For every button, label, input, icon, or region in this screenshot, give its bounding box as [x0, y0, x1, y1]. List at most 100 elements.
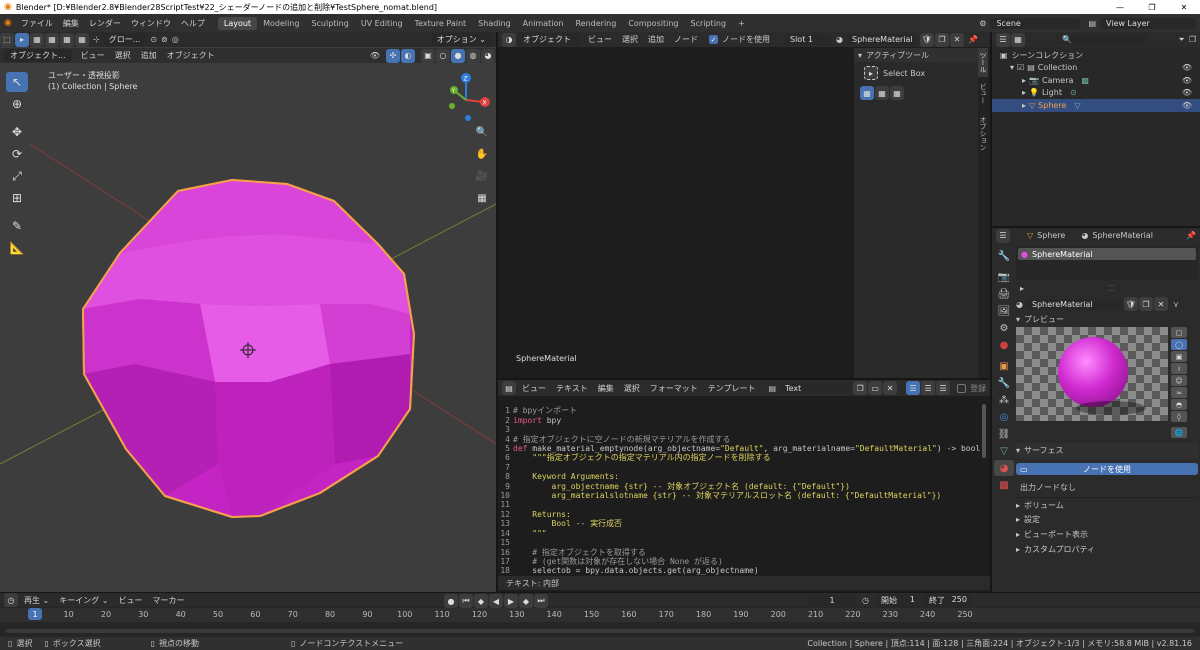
- shading-solid-icon[interactable]: ●: [451, 48, 465, 63]
- gizmo-toggle-icon[interactable]: ✣: [386, 48, 400, 63]
- outliner[interactable]: ☰ ▦ 🔍 ⏷ ❐ ▣ シーンコレクション ▾ ☑ ▤ Collection 👁…: [992, 32, 1200, 226]
- visibility-icon[interactable]: 👁: [370, 51, 380, 60]
- timeline[interactable]: ◷ 再生 ⌄ キーイング ⌄ ビュー マーカー ● ⏮ ◆ ◀ ▶ ◆ ⏭ 1 …: [0, 593, 1200, 637]
- text-menu-edit[interactable]: 編集: [593, 383, 619, 394]
- display-mode-icon[interactable]: ▦: [1011, 32, 1025, 47]
- timeline-type-icon[interactable]: ◷: [4, 593, 18, 607]
- preview-sky-icon[interactable]: ◓: [1171, 399, 1187, 410]
- menu-edit[interactable]: 編集: [58, 18, 84, 29]
- cursor-tool-icon[interactable]: ⊕: [6, 94, 28, 114]
- viewport-menu-add[interactable]: 追加: [136, 50, 162, 61]
- eye-icon[interactable]: 👁: [1182, 76, 1192, 85]
- tab-compositing[interactable]: Compositing: [622, 17, 684, 30]
- area-separator[interactable]: [496, 32, 498, 592]
- options-dropdown[interactable]: オプション ⌄: [430, 33, 492, 46]
- volume-panel-header[interactable]: ▸ ボリューム: [1016, 497, 1198, 512]
- world-tab-icon[interactable]: ●: [994, 337, 1014, 353]
- add-workspace-button[interactable]: +: [732, 17, 751, 30]
- view-layer-tab-icon[interactable]: 🖼: [994, 303, 1014, 319]
- outliner-root[interactable]: ▣ シーンコレクション: [992, 49, 1200, 62]
- outliner-type-icon[interactable]: ☰: [996, 32, 1010, 47]
- active-tool-panel-header[interactable]: ▾ アクティブツール: [854, 48, 978, 62]
- current-frame-field[interactable]: 1: [808, 595, 856, 606]
- tab-layout[interactable]: Layout: [217, 16, 258, 30]
- text-menu-format[interactable]: フォーマット: [645, 383, 703, 394]
- scene-tab-icon[interactable]: ⚙: [994, 320, 1014, 336]
- expand-arrow-icon[interactable]: ▸: [1022, 76, 1026, 85]
- texture-tab-icon[interactable]: ▩: [994, 477, 1014, 493]
- viewport-3d[interactable]: ⬚ ▸ ▦ ▦ ▦ ▦ ⊹ グロー... ⊙ ⊚ ◎ オプション ⌄ オブジェクト..…: [0, 32, 496, 592]
- line-numbers-toggle-icon[interactable]: ☰: [906, 381, 921, 395]
- expand-arrow-icon[interactable]: ▾: [1010, 63, 1014, 72]
- node-editor-type-icon[interactable]: ◑: [502, 32, 516, 47]
- scale-tool-icon[interactable]: ⤢: [6, 166, 28, 186]
- menu-help[interactable]: ヘルプ: [176, 18, 210, 29]
- tab-texture-paint[interactable]: Texture Paint: [409, 17, 473, 30]
- eye-icon[interactable]: 👁: [1182, 88, 1192, 97]
- outliner-item-collection[interactable]: ▾ ☑ ▤ Collection 👁: [992, 62, 1200, 75]
- material-tab-icon[interactable]: ◕: [994, 460, 1014, 476]
- select-tool-icon[interactable]: ▸: [15, 32, 29, 47]
- node-mode-dropdown[interactable]: オブジェクト: [517, 33, 579, 46]
- custom-properties-panel-header[interactable]: ▸ カスタムプロパティ: [1016, 542, 1198, 557]
- preview-panel-header[interactable]: ▾ プレビュー: [1016, 312, 1198, 327]
- jump-start-icon[interactable]: ⏮: [459, 594, 473, 608]
- maximize-button[interactable]: ❐: [1136, 3, 1168, 12]
- xray-icon[interactable]: ▣: [421, 48, 435, 63]
- record-icon[interactable]: ●: [444, 594, 458, 608]
- tab-animation[interactable]: Animation: [517, 17, 570, 30]
- particles-tab-icon[interactable]: ⁂: [994, 392, 1014, 408]
- code-scrollbar[interactable]: [982, 404, 986, 458]
- word-wrap-toggle-icon[interactable]: ☰: [921, 381, 936, 395]
- text-editor-type-icon[interactable]: ▤: [502, 381, 516, 395]
- duplicate-material-icon[interactable]: ❐: [934, 32, 949, 47]
- filter-icon[interactable]: ⏷: [1178, 35, 1184, 45]
- mode-invert-icon[interactable]: ▦: [75, 32, 89, 47]
- jump-end-icon[interactable]: ⏭: [534, 594, 548, 608]
- shading-material-icon[interactable]: ◍: [466, 48, 480, 63]
- proportional-edit-icon[interactable]: ◎: [172, 35, 179, 44]
- node-menu-view[interactable]: ビュー: [583, 34, 617, 45]
- scene-selector[interactable]: Scene: [990, 17, 1081, 29]
- camera-view-icon[interactable]: 🎥: [474, 168, 490, 184]
- data-tab-icon[interactable]: ▽: [994, 443, 1014, 459]
- timeline-menu-view[interactable]: ビュー: [114, 595, 148, 606]
- object-tab-icon[interactable]: ▣: [994, 358, 1014, 374]
- view-layer-selector[interactable]: View Layer: [1100, 17, 1196, 29]
- fake-user-icon[interactable]: 🛡: [919, 32, 934, 47]
- text-editor[interactable]: ▤ ビュー テキスト 編集 選択 フォーマット テンプレート ▤ Text ❐ …: [498, 380, 990, 592]
- material-datablock-field[interactable]: SphereMaterial: [1025, 298, 1122, 310]
- node-menu-select[interactable]: 選択: [617, 34, 643, 45]
- preview-flat-icon[interactable]: ▢: [1171, 327, 1187, 338]
- preview-world-icon[interactable]: 🌐: [1171, 427, 1187, 438]
- material-name-field[interactable]: SphereMaterial: [845, 34, 918, 45]
- transform-tool-icon[interactable]: ⊞: [6, 188, 28, 208]
- new-collection-icon[interactable]: ❐: [1189, 35, 1196, 44]
- preview-cloth-icon[interactable]: ◊: [1171, 411, 1187, 422]
- viewport-menu-select[interactable]: 選択: [110, 50, 136, 61]
- preview-cube-icon[interactable]: ▣: [1171, 351, 1187, 362]
- outliner-item-light[interactable]: ▸ 💡 Light ⊙ 👁: [992, 87, 1200, 100]
- blender-menu-icon[interactable]: ◉: [4, 18, 12, 28]
- start-frame-field[interactable]: 開始 1: [874, 594, 921, 607]
- menu-window[interactable]: ウィンドウ: [126, 18, 176, 29]
- move-tool-icon[interactable]: ✥: [6, 122, 28, 142]
- material-slot-list[interactable]: ● SphereMaterial: [1016, 246, 1198, 280]
- timeline-menu-playback[interactable]: 再生 ⌄: [19, 595, 54, 606]
- tab-uv-editing[interactable]: UV Editing: [355, 17, 409, 30]
- unlink-text-icon[interactable]: ✕: [883, 381, 898, 395]
- play-reverse-icon[interactable]: ◀: [489, 594, 503, 608]
- node-menu-add[interactable]: 追加: [643, 34, 669, 45]
- expand-arrow-icon[interactable]: ▸: [1022, 88, 1026, 97]
- select-box-icon[interactable]: ▸: [864, 66, 878, 80]
- use-nodes-button[interactable]: ▭ ノードを使用: [1016, 463, 1198, 475]
- material-browse-icon[interactable]: ◕: [836, 35, 843, 44]
- sidebar-tab-options[interactable]: オプション: [978, 110, 988, 157]
- overlay-toggle-icon[interactable]: ◐: [401, 48, 415, 63]
- use-nodes-checkbox[interactable]: ✓: [709, 35, 718, 44]
- tool-tab-icon[interactable]: 🔧: [994, 248, 1014, 264]
- shading-wire-icon[interactable]: ○: [436, 48, 450, 63]
- minimize-button[interactable]: —: [1104, 3, 1136, 12]
- sidebar-tab-tool[interactable]: ツール: [978, 48, 988, 77]
- tab-sculpting[interactable]: Sculpting: [305, 17, 354, 30]
